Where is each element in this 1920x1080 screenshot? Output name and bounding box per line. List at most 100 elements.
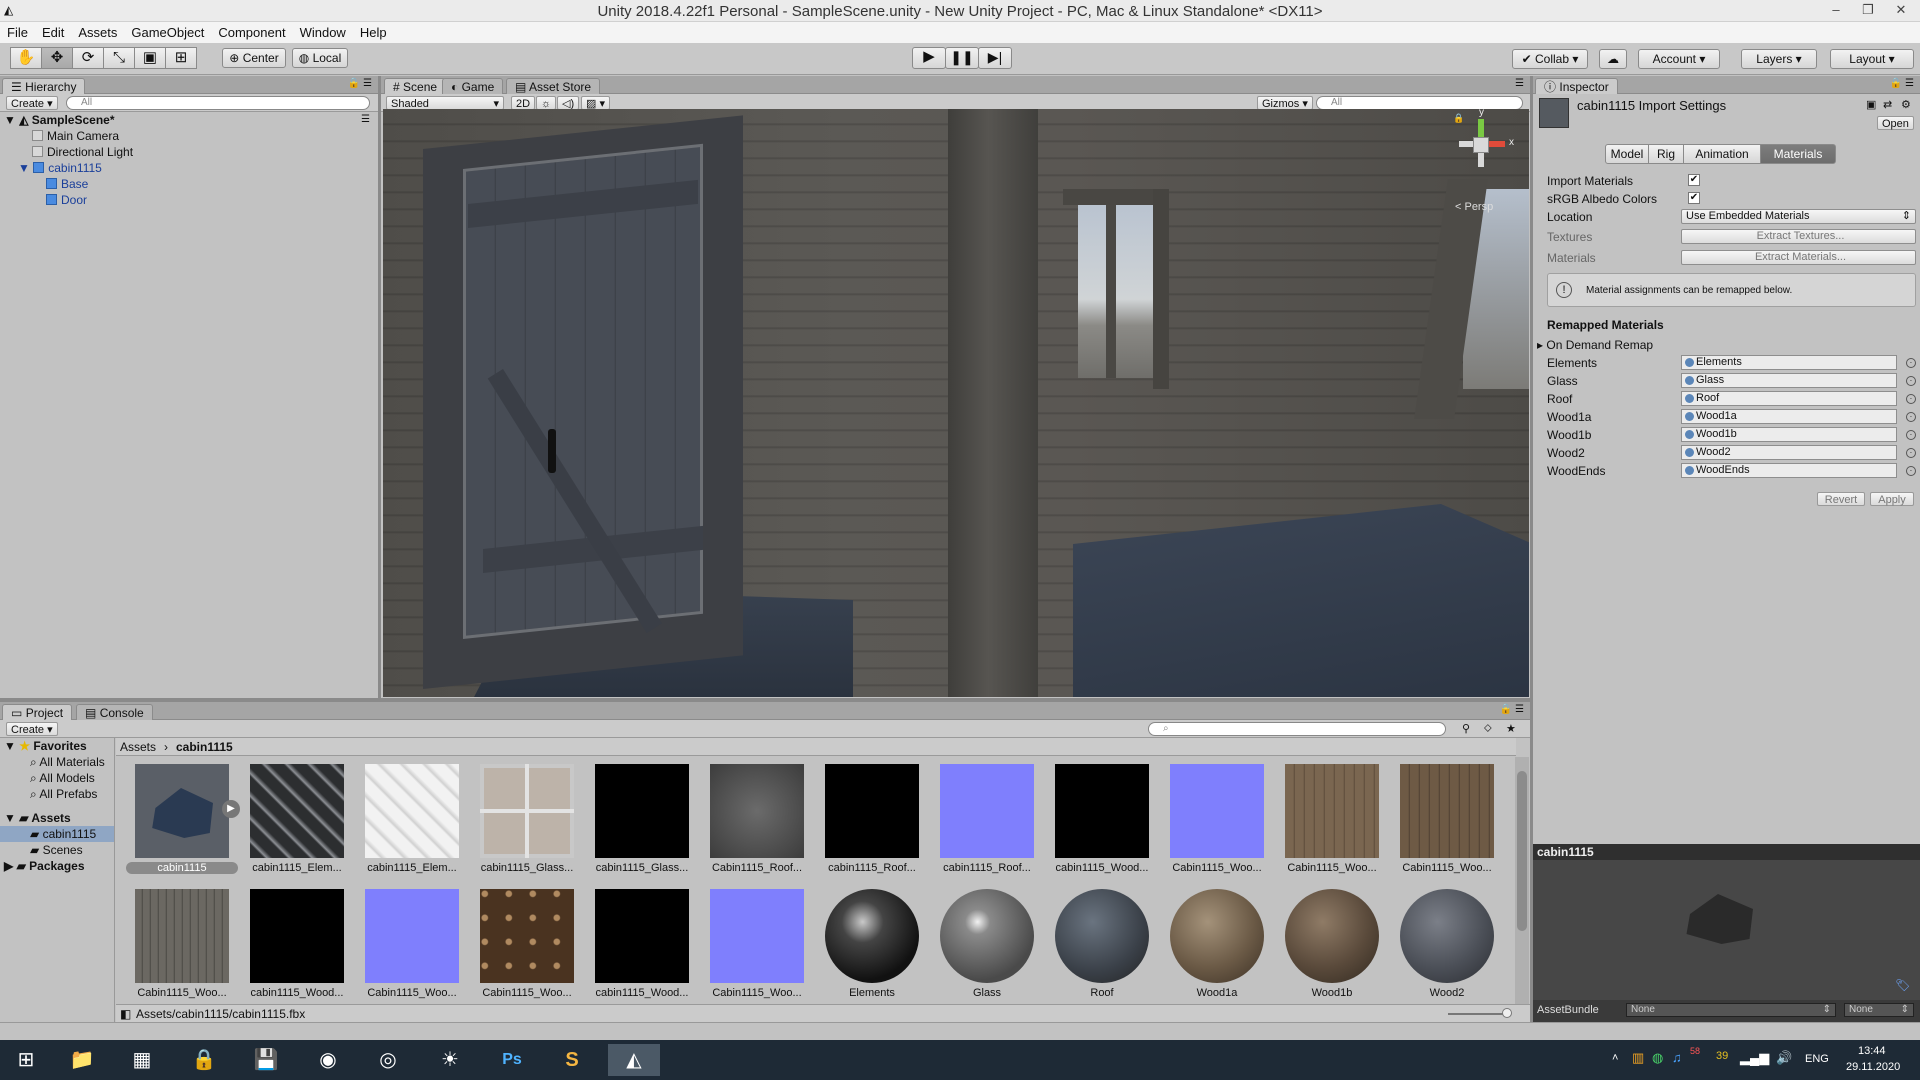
remap-field[interactable]: Wood1b (1681, 427, 1897, 442)
gizmo-neg-y[interactable] (1478, 153, 1484, 167)
assetbundle-tag-icon[interactable]: 🏷 (1895, 978, 1910, 992)
gizmos-dropdown[interactable]: Gizmos ▾ (1257, 96, 1313, 110)
folder-cabin1115[interactable]: ▰ cabin1115 (30, 826, 96, 842)
rotate-tool-icon[interactable]: ⟳ (72, 47, 104, 69)
firefox-icon[interactable]: ◉ (302, 1044, 354, 1076)
gear-icon[interactable]: ⚙ (1901, 98, 1911, 111)
project-create-button[interactable]: Create ▾ (6, 722, 58, 736)
packages-foldout[interactable]: ▶ ▰ Packages (4, 858, 85, 874)
slider-thumb[interactable] (1502, 1008, 1512, 1018)
assetbundle-dropdown[interactable]: None ⇕ (1626, 1003, 1836, 1017)
tray-expand-icon[interactable]: ˄ (1612, 1052, 1618, 1064)
layout-dropdown[interactable]: Layout ▾ (1830, 49, 1914, 69)
revert-button[interactable]: Revert (1817, 492, 1865, 506)
file-explorer-icon[interactable]: 📁 (56, 1044, 108, 1076)
2d-toggle[interactable]: 2D (511, 96, 536, 110)
scene-root-row[interactable]: ▼ ◭ SampleScene* (4, 112, 115, 128)
filter-type-icon[interactable]: ⚲ (1462, 722, 1470, 735)
minimize-button[interactable]: – (1821, 0, 1851, 20)
calculator-icon[interactable]: ▦ (116, 1044, 168, 1076)
object-picker-icon[interactable]: · (1906, 376, 1916, 386)
object-picker-icon[interactable]: · (1906, 448, 1916, 458)
windows-start-icon[interactable]: ⊞ (0, 1044, 52, 1076)
maximize-button[interactable]: ❐ (1853, 0, 1883, 20)
scrollbar-thumb[interactable] (1517, 771, 1527, 931)
audio-toggle-icon[interactable]: ◁) (557, 96, 580, 110)
tab-project[interactable]: ▭ Project (2, 704, 73, 720)
menu-window[interactable]: Window (293, 22, 353, 40)
tab-scene[interactable]: # Scene (384, 78, 447, 94)
chrome-icon[interactable]: ◎ (362, 1044, 414, 1076)
tray-shield-icon[interactable]: ◍ (1652, 1050, 1663, 1066)
account-dropdown[interactable]: Account ▾ (1638, 49, 1720, 69)
object-picker-icon[interactable]: · (1906, 430, 1916, 440)
thumbnail-size-slider[interactable] (1448, 1013, 1508, 1015)
preset-icon[interactable]: ⇄ (1883, 98, 1892, 111)
folder-scenes[interactable]: ▰ Scenes (30, 842, 83, 858)
lighting-toggle-icon[interactable]: ☼ (536, 96, 557, 110)
on-demand-foldout[interactable]: ▸ On Demand Remap (1537, 338, 1653, 352)
sublime-icon[interactable]: S (546, 1044, 598, 1076)
tab-hierarchy[interactable]: ☰ Hierarchy (2, 78, 86, 94)
clock-time[interactable]: 13:44 (1858, 1045, 1886, 1057)
hierarchy-item-door[interactable]: Door (46, 192, 87, 208)
extract-textures-button[interactable]: Extract Textures... (1681, 229, 1916, 244)
hierarchy-search-input[interactable]: All (66, 96, 370, 110)
close-button[interactable]: ✕ (1886, 0, 1916, 20)
favorites-all-materials[interactable]: ⌕ All Materials (30, 754, 105, 770)
remap-field[interactable]: Glass (1681, 373, 1897, 388)
panel-menu-icon[interactable]: ☰ (1515, 78, 1524, 89)
step-button[interactable]: ▶| (978, 47, 1012, 69)
tab-animation[interactable]: Animation (1683, 144, 1761, 164)
remap-field[interactable]: Roof (1681, 391, 1897, 406)
shading-mode-dropdown[interactable]: Shaded ▾ (386, 96, 504, 110)
language-indicator[interactable]: ENG (1805, 1053, 1829, 1065)
menu-gameobject[interactable]: GameObject (124, 22, 211, 40)
object-picker-icon[interactable]: · (1906, 466, 1916, 476)
move-tool-icon[interactable]: ✥ (41, 47, 73, 69)
help-icon[interactable]: ▣ (1866, 98, 1876, 111)
hierarchy-item-directional-light[interactable]: Directional Light (32, 144, 133, 160)
photoshop-icon[interactable]: Ps (486, 1044, 538, 1076)
pivot-center-toggle[interactable]: ⊕ Center (222, 48, 286, 68)
tab-game[interactable]: ◐ Game (442, 78, 504, 94)
hierarchy-item-main-camera[interactable]: Main Camera (32, 128, 119, 144)
project-scrollbar[interactable] (1515, 757, 1529, 1005)
breadcrumb-cabin1115[interactable]: cabin1115 (176, 740, 233, 754)
gizmo-cube[interactable] (1473, 137, 1489, 153)
location-dropdown[interactable]: Use Embedded Materials ⇕ (1681, 209, 1916, 224)
assets-foldout[interactable]: ▼ ▰ Assets (4, 810, 71, 826)
tray-app-icon[interactable]: ▥ (1632, 1050, 1644, 1066)
scene-menu-icon[interactable]: ☰ (361, 114, 370, 125)
import-materials-checkbox[interactable]: ✔ (1688, 174, 1700, 186)
tab-rig[interactable]: Rig (1648, 144, 1684, 164)
gizmo-lock-icon[interactable]: 🔒 (1453, 113, 1464, 124)
save-app-icon[interactable]: 💾 (240, 1044, 292, 1076)
transform-tool-icon[interactable]: ⊞ (165, 47, 197, 69)
panel-menu-icon[interactable]: 🔒 ☰ (348, 78, 372, 89)
expand-arrow-icon[interactable]: ▶ (222, 800, 240, 818)
rect-tool-icon[interactable]: ▣ (134, 47, 166, 69)
project-search-input[interactable]: ⌕ (1148, 722, 1446, 736)
pivot-space-toggle[interactable]: ◍ Local (292, 48, 348, 68)
network-icon[interactable]: ▂▄▆ (1740, 1050, 1769, 1066)
tab-asset-store[interactable]: ▤ Asset Store (506, 78, 601, 94)
menu-assets[interactable]: Assets (71, 22, 124, 40)
breadcrumb-assets[interactable]: Assets (120, 740, 156, 754)
open-button[interactable]: Open (1877, 116, 1914, 130)
favorites-all-models[interactable]: ⌕ All Models (30, 770, 95, 786)
gizmo-x-axis[interactable] (1489, 141, 1505, 147)
menu-file[interactable]: File (0, 22, 35, 40)
panel-menu-icon[interactable]: 🔒 ☰ (1890, 78, 1914, 89)
hierarchy-item-base[interactable]: Base (46, 176, 88, 192)
favorites-foldout[interactable]: ▼ ★ Favorites (4, 738, 87, 754)
menu-edit[interactable]: Edit (35, 22, 71, 40)
srgb-checkbox[interactable]: ✔ (1688, 192, 1700, 204)
favorite-star-icon[interactable]: ★ (1506, 722, 1516, 735)
tab-model[interactable]: Model (1605, 144, 1649, 164)
keepass-icon[interactable]: 🔒 (178, 1044, 230, 1076)
tray-music-icon[interactable]: ♫ (1672, 1050, 1682, 1065)
remap-field[interactable]: Elements (1681, 355, 1897, 370)
tab-inspector[interactable]: ⓘ Inspector (1535, 78, 1618, 94)
game-app-icon[interactable]: ☀ (424, 1044, 476, 1076)
